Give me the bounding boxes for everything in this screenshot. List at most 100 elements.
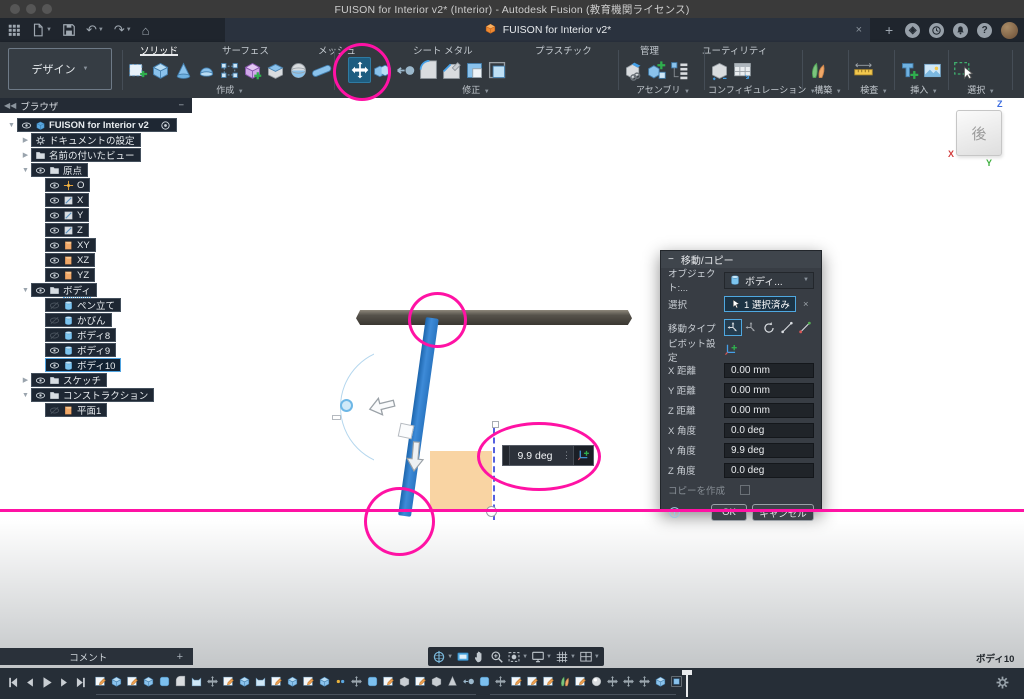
avatar[interactable] — [1001, 22, 1018, 39]
timeline-feature-fl[interactable] — [174, 675, 187, 688]
timeline-feature-sk[interactable] — [270, 675, 283, 688]
timeline-settings-gear-icon[interactable] — [995, 675, 1010, 695]
move-tool-button[interactable] — [348, 57, 371, 83]
display-settings-button[interactable]: ▼ — [531, 650, 552, 664]
form-tool-button[interactable] — [264, 57, 287, 83]
browser-node-box[interactable]: X — [45, 193, 89, 207]
timeline-feature-mv[interactable] — [606, 675, 619, 688]
timeline-feature-cn[interactable] — [446, 675, 459, 688]
timeline-playhead[interactable] — [686, 670, 688, 697]
browser-node-box[interactable]: コンストラクション — [31, 388, 154, 402]
orbit-button[interactable]: ▼ — [432, 650, 453, 664]
browser-node-box[interactable]: 名前の付いたビュー — [31, 148, 141, 162]
browser-node[interactable]: ペン立て — [34, 298, 121, 312]
app-grid-icon[interactable] — [4, 20, 24, 40]
add-comment-icon[interactable]: + — [177, 651, 193, 663]
selectbox-tool-button[interactable] — [952, 57, 975, 83]
workspace-selector[interactable]: デザイン ▼ — [8, 48, 112, 90]
ribbon-group-label[interactable]: 選択 ▼ — [952, 83, 1010, 96]
newsketch-tool-button[interactable] — [126, 57, 149, 83]
browser-node-box[interactable]: FUISON for Interior v2 — [17, 118, 177, 132]
ribbon-group-label[interactable]: アセンブリ ▼ — [622, 83, 704, 96]
manipulator-handle-small[interactable] — [332, 415, 341, 420]
go-to-start-button[interactable] — [6, 674, 20, 691]
browser-node[interactable]: YZ — [34, 268, 95, 282]
ok-button[interactable]: OK — [711, 504, 747, 521]
move-arrow-down[interactable] — [403, 440, 426, 479]
mesh-tool-button[interactable] — [241, 57, 264, 83]
maximize-window-button[interactable] — [42, 4, 52, 14]
timeline-feature-sk[interactable] — [526, 675, 539, 688]
timeline-feature-sk[interactable] — [414, 675, 427, 688]
notifications-icon[interactable] — [953, 23, 968, 38]
browser-node-box[interactable]: XZ — [45, 253, 95, 267]
go-to-end-button[interactable] — [74, 674, 88, 691]
visibility-eye-icon[interactable] — [35, 390, 46, 401]
browser-node-box[interactable]: ペン立て — [45, 298, 121, 312]
browser-node-box[interactable]: YZ — [45, 268, 95, 282]
visibility-eye-off-icon[interactable] — [49, 405, 60, 416]
visibility-eye-icon[interactable] — [49, 195, 60, 206]
picture-tool-button[interactable] — [921, 57, 944, 83]
timeline-feature-mv[interactable] — [494, 675, 507, 688]
browser-node[interactable]: ボディ10 — [34, 358, 121, 372]
browser-node[interactable]: X — [34, 193, 89, 207]
timeline-feature-bd[interactable] — [110, 675, 123, 688]
browser-node[interactable]: ▼コンストラクション — [20, 388, 154, 402]
cancel-button[interactable]: キャンセル — [752, 504, 814, 521]
visibility-eye-icon[interactable] — [35, 285, 46, 296]
ribbon-tab-5[interactable]: プラスチック — [535, 43, 592, 56]
pivot-set-button[interactable] — [724, 343, 738, 357]
ribbon-tab-7[interactable]: ユーティリティ — [702, 43, 767, 56]
visibility-eye-icon[interactable] — [49, 210, 60, 221]
z-distance-input[interactable]: 0.00 mm — [724, 403, 814, 418]
step-back-button[interactable] — [23, 674, 37, 691]
pipe-tool-button[interactable] — [310, 57, 333, 83]
visibility-eye-icon[interactable] — [49, 225, 60, 236]
visibility-eye-icon[interactable] — [21, 120, 32, 131]
browser-node[interactable]: かびん — [34, 313, 112, 327]
selection-chip[interactable]: 1 選択済み — [724, 296, 796, 312]
timeline-feature-bd[interactable] — [238, 675, 251, 688]
x-distance-input[interactable]: 0.00 mm — [724, 363, 814, 378]
timeline-feature-bd[interactable] — [654, 675, 667, 688]
timeline-feature-pat[interactable] — [670, 675, 683, 688]
move-type-tripod[interactable] — [742, 319, 760, 336]
timeline-feature-pt[interactable] — [334, 675, 347, 688]
visibility-eye-off-icon[interactable] — [49, 315, 60, 326]
file-icon[interactable]: ▼ — [28, 20, 55, 40]
drag-grip[interactable] — [503, 446, 510, 465]
undo-icon[interactable]: ↶▼ — [83, 20, 107, 40]
browser-node-box[interactable]: 平面1 — [45, 403, 107, 417]
timeline-feature-mv[interactable] — [206, 675, 219, 688]
asmlink-tool-button[interactable] — [622, 57, 645, 83]
viewports-button[interactable]: ▼ — [579, 650, 600, 664]
create-copy-checkbox[interactable] — [740, 485, 750, 495]
join-tool-button[interactable] — [371, 57, 394, 83]
visibility-eye-icon[interactable] — [49, 255, 60, 266]
collapse-panel-icon[interactable]: ◀◀ — [0, 101, 20, 110]
timeline-feature-mv[interactable] — [638, 675, 651, 688]
fit-button[interactable]: ▼ — [507, 650, 528, 664]
browser-node-box[interactable]: Y — [45, 208, 89, 222]
collapse-node-icon[interactable]: ▼ — [20, 392, 31, 399]
home-icon[interactable]: ⌂ — [139, 20, 153, 40]
info-icon[interactable] — [668, 506, 681, 519]
object-type-dropdown[interactable]: ボディ...▼ — [724, 272, 814, 289]
timeline-feature-bl[interactable] — [430, 675, 443, 688]
leaves-tool-button[interactable] — [806, 57, 829, 83]
ribbon-tab-3[interactable]: メッシュ — [318, 43, 356, 56]
timeline-feature-sh[interactable] — [254, 675, 267, 688]
pattern-tool-button[interactable] — [218, 57, 241, 83]
rotate-handle[interactable] — [340, 399, 353, 412]
close-tab-icon[interactable]: × — [856, 24, 862, 36]
collapse-node-icon[interactable]: ▼ — [20, 167, 31, 174]
timeline-feature-sh[interactable] — [190, 675, 203, 688]
timeline-feature-sk[interactable] — [302, 675, 315, 688]
browser-node-box[interactable]: ボディ — [31, 283, 97, 297]
browser-node-box[interactable]: ボディ8 — [45, 328, 116, 342]
play-button[interactable] — [40, 674, 54, 691]
browser-panel-header[interactable]: ◀◀ ブラウザ − — [0, 98, 192, 113]
browser-node-box[interactable]: O — [45, 178, 90, 192]
visibility-eye-off-icon[interactable] — [49, 300, 60, 311]
